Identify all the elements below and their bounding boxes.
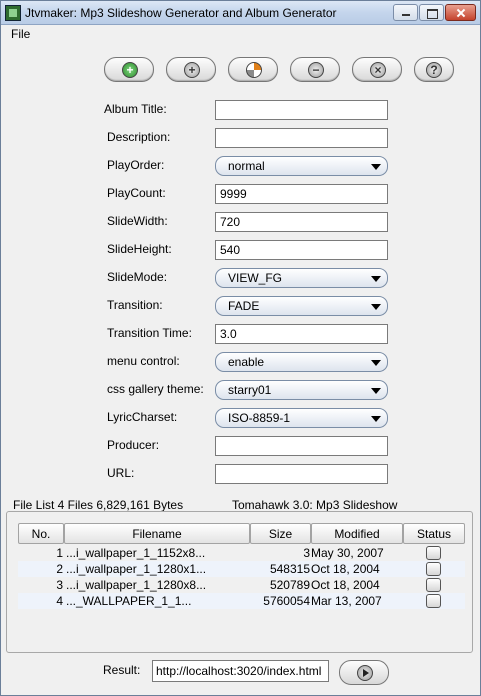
cell-filename: ...i_wallpaper_1_1280x8... xyxy=(66,578,207,592)
close-window-button[interactable] xyxy=(445,4,476,21)
column-header-no[interactable]: No. xyxy=(18,523,64,544)
minimize-button[interactable] xyxy=(393,4,418,21)
clear-button[interactable]: × xyxy=(352,57,402,82)
menu-control-select[interactable]: enable xyxy=(215,352,388,372)
status-checkbox[interactable] xyxy=(426,562,441,576)
app-logo-icon xyxy=(5,5,21,21)
result-url-field[interactable]: http://localhost:3020/index.html xyxy=(152,660,329,682)
file-list-title: Tomahawk 3.0: Mp3 Slideshow xyxy=(232,498,398,512)
table-row[interactable]: 1 ...i_wallpaper_1_1152x8... 3 May 30, 2… xyxy=(18,545,465,561)
add-gray-icon: + xyxy=(184,62,200,78)
open-result-button[interactable] xyxy=(339,660,389,685)
chevron-down-icon xyxy=(371,276,381,282)
status-checkbox[interactable] xyxy=(426,594,441,608)
play-order-value: normal xyxy=(228,159,265,173)
app-window: Jtvmaker: Mp3 Slideshow Generator and Al… xyxy=(0,0,481,696)
cell-size: 3 xyxy=(303,546,310,560)
cell-filename: ..._WALLPAPER_1_1... xyxy=(66,594,192,608)
cell-size: 520789 xyxy=(269,578,310,592)
cell-modified: Mar 13, 2007 xyxy=(311,594,382,608)
transition-time-input[interactable] xyxy=(215,324,388,344)
slide-width-input[interactable] xyxy=(215,212,388,232)
table-row[interactable]: 3 ...i_wallpaper_1_1280x8... 520789 Oct … xyxy=(18,577,465,593)
add-green-icon: + xyxy=(122,62,138,78)
result-label: Result: xyxy=(103,663,141,677)
css-theme-value: starry01 xyxy=(228,383,272,397)
album-title-input[interactable] xyxy=(215,100,388,120)
menu-file[interactable]: File xyxy=(11,27,30,41)
cell-size: 548315 xyxy=(269,562,310,576)
description-input[interactable] xyxy=(215,128,388,148)
column-header-size[interactable]: Size xyxy=(250,523,311,544)
producer-input[interactable] xyxy=(215,436,388,456)
file-list-summary: File List 4 Files 6,829,161 Bytes xyxy=(13,498,184,512)
lyric-charset-value: ISO-8859-1 xyxy=(228,411,291,425)
column-header-modified[interactable]: Modified xyxy=(311,523,403,544)
column-header-status[interactable]: Status xyxy=(403,523,465,544)
transition-value: FADE xyxy=(228,299,260,313)
play-icon xyxy=(357,665,373,681)
url-input[interactable] xyxy=(215,464,388,484)
cell-no: 1 xyxy=(56,546,63,560)
cell-no: 3 xyxy=(56,578,63,592)
table-header: No. Filename Size Modified Status xyxy=(18,523,465,545)
maximize-button[interactable] xyxy=(419,4,444,21)
cell-modified: Oct 18, 2004 xyxy=(311,578,380,592)
generate-button[interactable] xyxy=(228,57,278,82)
cell-modified: May 30, 2007 xyxy=(311,546,384,560)
cell-modified: Oct 18, 2004 xyxy=(311,562,380,576)
menu-bar: File xyxy=(1,25,480,43)
cell-filename: ...i_wallpaper_1_1280x1... xyxy=(66,562,207,576)
cell-no: 2 xyxy=(56,562,63,576)
column-header-filename[interactable]: Filename xyxy=(64,523,250,544)
cell-filename: ...i_wallpaper_1_1152x8... xyxy=(66,546,206,560)
close-x-icon: × xyxy=(370,62,386,78)
window-title: Jtvmaker: Mp3 Slideshow Generator and Al… xyxy=(25,6,337,20)
chevron-down-icon xyxy=(371,304,381,310)
chevron-down-icon xyxy=(371,416,381,422)
css-theme-select[interactable]: starry01 xyxy=(215,380,388,400)
slide-height-input[interactable] xyxy=(215,240,388,260)
help-icon: ? xyxy=(426,62,442,78)
table-row[interactable]: 4 ..._WALLPAPER_1_1... 5760054 Mar 13, 2… xyxy=(18,593,465,609)
table-row[interactable]: 2 ...i_wallpaper_1_1280x1... 548315 Oct … xyxy=(18,561,465,577)
cell-size: 5760054 xyxy=(263,594,310,608)
cell-no: 4 xyxy=(56,594,63,608)
pie-chart-icon xyxy=(246,62,262,78)
status-checkbox[interactable] xyxy=(426,546,441,560)
add-button[interactable]: + xyxy=(104,57,154,82)
help-button[interactable]: ? xyxy=(414,57,454,82)
minus-icon: − xyxy=(308,62,324,78)
add-folder-button[interactable]: + xyxy=(166,57,216,82)
transition-select[interactable]: FADE xyxy=(215,296,388,316)
play-count-input[interactable] xyxy=(215,184,388,204)
slide-mode-value: VIEW_FG xyxy=(228,271,283,285)
slide-mode-select[interactable]: VIEW_FG xyxy=(215,268,388,288)
menu-control-value: enable xyxy=(228,355,265,369)
title-bar[interactable]: Jtvmaker: Mp3 Slideshow Generator and Al… xyxy=(1,1,480,25)
chevron-down-icon xyxy=(371,164,381,170)
lyric-charset-select[interactable]: ISO-8859-1 xyxy=(215,408,388,428)
chevron-down-icon xyxy=(371,360,381,366)
play-order-select[interactable]: normal xyxy=(215,156,388,176)
status-checkbox[interactable] xyxy=(426,578,441,592)
remove-button[interactable]: − xyxy=(290,57,340,82)
chevron-down-icon xyxy=(371,388,381,394)
